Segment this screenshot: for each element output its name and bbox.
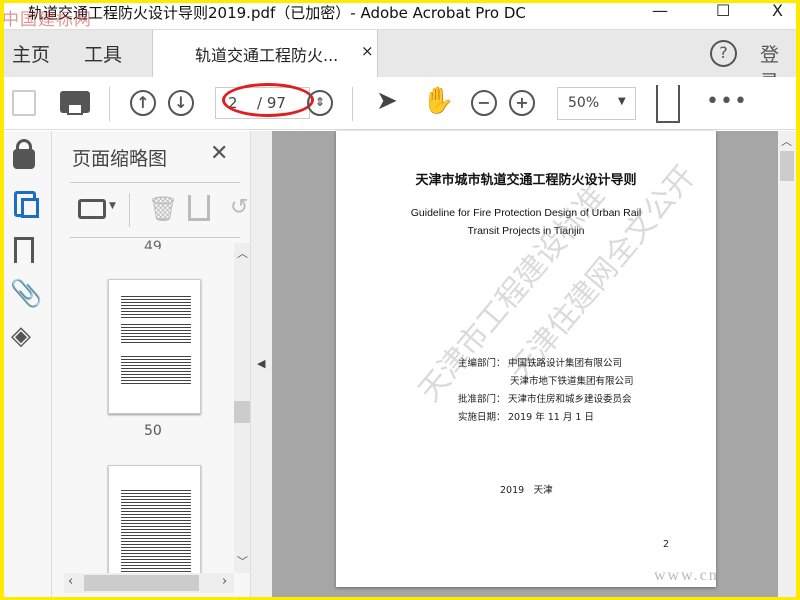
document-tab-label: 轨道交通工程防火... bbox=[195, 46, 339, 65]
zoom-in-icon[interactable]: + bbox=[509, 90, 535, 116]
editor-label: 主编部门： bbox=[458, 358, 506, 369]
divider bbox=[109, 87, 110, 121]
navigation-pane: 📎 ◈ bbox=[4, 131, 52, 597]
tab-document[interactable]: 轨道交通工程防火... × bbox=[152, 30, 378, 78]
date-label: 实施日期： bbox=[458, 412, 506, 423]
tab-home[interactable]: 主页 bbox=[12, 40, 50, 67]
previous-page-icon[interactable]: ↑ bbox=[130, 90, 156, 116]
approver-label: 批准部门： bbox=[458, 394, 506, 405]
title-bar: 轨道交通工程防火设计导则2019.pdf（已加密）- Adobe Acrobat… bbox=[4, 3, 796, 30]
document-vertical-scrollbar[interactable]: ︿ bbox=[778, 131, 796, 597]
tab-tools[interactable]: 工具 bbox=[84, 40, 122, 67]
approver: 天津市住房和城乡建设委员会 bbox=[508, 394, 632, 405]
page-thumbnail-50[interactable] bbox=[108, 465, 201, 576]
rotate-icon[interactable]: ↺ bbox=[230, 195, 248, 220]
attachment-icon[interactable]: 📎 bbox=[10, 279, 42, 309]
zoom-select[interactable]: 50% ▼ bbox=[557, 87, 636, 120]
acrobat-window: 轨道交通工程防火设计导则2019.pdf（已加密）- Adobe Acrobat… bbox=[4, 3, 796, 597]
zoom-value: 50% bbox=[568, 95, 600, 111]
page-number: 2 bbox=[663, 539, 670, 550]
close-panel-button[interactable]: ✕ bbox=[210, 141, 228, 166]
pages-icon[interactable] bbox=[14, 191, 39, 218]
collapse-panel-button[interactable]: ◀ bbox=[250, 131, 272, 597]
window-title: 轨道交通工程防火设计导则2019.pdf（已加密）- Adobe Acrobat… bbox=[28, 4, 526, 22]
toolbar: ↑ ↓ 2 / 97 ⇕ ➤ ✋ − + 50% ▼ ••• bbox=[4, 77, 796, 130]
thumbnail-horizontal-scrollbar[interactable]: ‹ › bbox=[64, 573, 234, 593]
bookmark-icon[interactable] bbox=[14, 237, 34, 263]
watermark-logo: 中国建标网 bbox=[4, 10, 92, 30]
more-tools-icon[interactable]: ••• bbox=[706, 89, 748, 114]
tab-bar: 主页 工具 轨道交通工程防火... × ? 登录 bbox=[4, 29, 796, 93]
select-cursor-icon[interactable]: ➤ bbox=[376, 86, 398, 116]
document-view: 天津市城市轨道交通工程防火设计导则 Guideline for Fire Pro… bbox=[272, 131, 778, 597]
close-window-button[interactable]: X bbox=[772, 3, 783, 20]
chevron-down-icon[interactable]: ▼ bbox=[109, 201, 116, 211]
insert-page-icon[interactable] bbox=[188, 195, 210, 221]
close-tab-button[interactable]: × bbox=[361, 42, 374, 60]
hand-tool-icon[interactable]: ✋ bbox=[422, 86, 454, 116]
layers-icon[interactable]: ◈ bbox=[11, 321, 31, 351]
delete-icon[interactable]: 🗑 bbox=[148, 195, 178, 223]
save-icon[interactable] bbox=[12, 90, 36, 116]
zoom-out-icon[interactable]: − bbox=[471, 90, 497, 116]
thumbnails-panel: 页面缩略图 ✕ ▼ 🗑 ↺ 49 50 ︿ ﹀ ‹ › bbox=[52, 131, 252, 597]
collapse-arrow-icon: ◀ bbox=[257, 357, 266, 370]
fit-page-icon[interactable] bbox=[656, 85, 680, 123]
document-footer: 2019 天津 bbox=[500, 485, 553, 496]
chevron-down-icon: ▼ bbox=[618, 96, 626, 107]
divider bbox=[352, 87, 353, 121]
lock-icon[interactable] bbox=[13, 139, 35, 169]
maximize-button[interactable]: ☐ bbox=[716, 3, 730, 20]
editor-2: 天津市地下铁道集团有限公司 bbox=[510, 376, 634, 387]
thumbnail-label: 49 bbox=[144, 239, 162, 249]
minimize-button[interactable]: — bbox=[652, 3, 668, 20]
pdf-page: 天津市城市轨道交通工程防火设计导则 Guideline for Fire Pro… bbox=[336, 131, 719, 587]
next-page-icon[interactable]: ↓ bbox=[168, 90, 194, 116]
highlight-ellipse bbox=[222, 83, 314, 117]
corner-watermark: www.cn bbox=[654, 567, 719, 584]
help-icon[interactable]: ? bbox=[710, 40, 737, 67]
page-thumbnail-49[interactable] bbox=[108, 279, 201, 414]
thumbnail-label: 50 bbox=[144, 423, 162, 439]
panel-title: 页面缩略图 bbox=[72, 148, 168, 170]
print-icon[interactable] bbox=[60, 91, 90, 115]
editor-1: 中国铁路设计集团有限公司 bbox=[508, 358, 623, 369]
thumbnail-options-icon[interactable] bbox=[78, 199, 106, 219]
page-stepper-icon[interactable]: ⇕ bbox=[307, 90, 333, 116]
effective-date: 2019 年 11 月 1 日 bbox=[508, 412, 594, 423]
